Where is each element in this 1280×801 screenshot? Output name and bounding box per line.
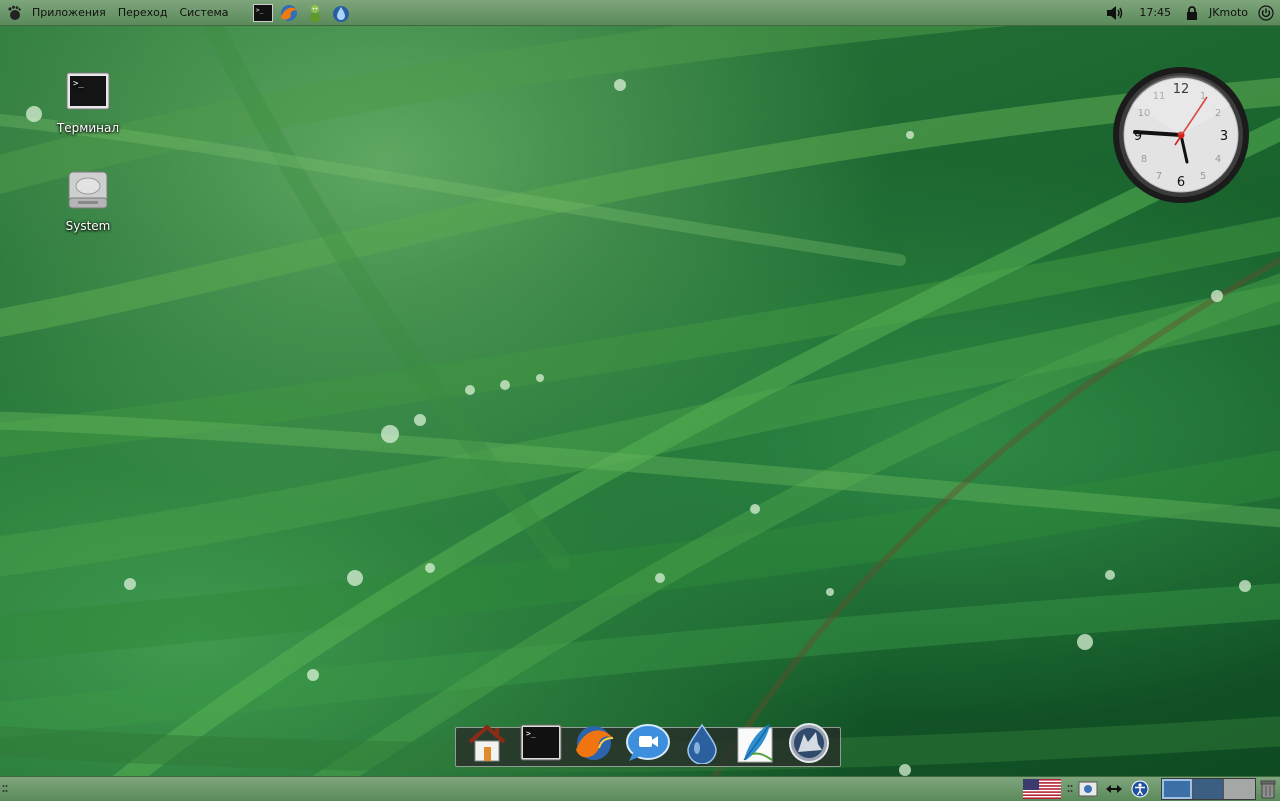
accessibility-icon[interactable] xyxy=(1129,779,1151,799)
svg-text:>_: >_ xyxy=(73,79,84,89)
volume-icon[interactable] xyxy=(1105,4,1125,22)
clock-number-3: 3 xyxy=(1220,129,1228,144)
applet-grip-icon xyxy=(1067,785,1073,792)
desktop-icon-label: Терминал xyxy=(56,121,120,135)
clock-number-4: 4 xyxy=(1215,154,1221,165)
lock-icon[interactable] xyxy=(1185,5,1199,21)
clock-number-6: 6 xyxy=(1177,175,1185,190)
desktop-wallpaper xyxy=(0,0,1280,800)
menu-places[interactable]: Переход xyxy=(112,0,174,25)
trash-icon[interactable] xyxy=(1260,779,1276,799)
compiz-settings-icon[interactable] xyxy=(1077,779,1099,799)
desktop-icon-label: System xyxy=(65,219,111,233)
workspace-switcher xyxy=(1161,778,1256,800)
clock-number-7: 7 xyxy=(1156,171,1162,182)
dock-home-icon[interactable] xyxy=(464,722,510,764)
top-panel: Приложения Переход Система >_ 17:45 JKmo… xyxy=(0,0,1280,26)
dock-water-drop-icon[interactable] xyxy=(679,722,725,764)
dock-feather-icon[interactable] xyxy=(732,722,778,764)
menu-system[interactable]: Система xyxy=(173,0,234,25)
terminal-launcher-icon[interactable]: >_ xyxy=(252,3,273,23)
us-flag-icon[interactable] xyxy=(1023,779,1061,799)
system-tray: 17:45 JKmoto xyxy=(1105,0,1274,25)
panel-clock[interactable]: 17:45 xyxy=(1135,6,1175,19)
water-drop-launcher-icon[interactable] xyxy=(331,3,351,23)
workspace-1[interactable] xyxy=(1162,779,1193,799)
grass-blades xyxy=(0,0,1280,800)
bottom-panel xyxy=(0,776,1280,801)
power-icon[interactable] xyxy=(1258,4,1274,21)
dock-wolf-icon[interactable] xyxy=(786,722,832,764)
bottom-panel-applets xyxy=(1023,777,1280,801)
dock-chat-icon[interactable] xyxy=(625,722,671,764)
svg-text:>_: >_ xyxy=(526,729,536,738)
firefox-launcher-icon[interactable] xyxy=(279,3,299,23)
clock-number-5: 5 xyxy=(1200,171,1206,182)
menu-applications[interactable]: Приложения xyxy=(26,0,112,25)
network-arrows-icon[interactable] xyxy=(1103,779,1125,799)
desktop-icon-system[interactable]: System xyxy=(48,168,128,233)
analog-clock-widget[interactable]: 12 3 6 9 1 2 4 5 7 8 10 11 xyxy=(1111,65,1251,205)
dock-terminal-icon[interactable]: >_ xyxy=(518,722,564,764)
desktop-icon-terminal[interactable]: >_ Терминал xyxy=(48,70,128,135)
terminal-icon: >_ xyxy=(66,72,110,110)
dock: >_ xyxy=(455,723,841,767)
workspace-2[interactable] xyxy=(1193,779,1224,799)
panel-launchers: >_ xyxy=(252,3,351,23)
hard-drive-icon xyxy=(68,171,108,209)
dock-firefox-icon[interactable] xyxy=(571,722,617,764)
clock-number-8: 8 xyxy=(1141,154,1147,165)
panel-grip-icon[interactable] xyxy=(2,783,8,795)
main-menu: Приложения Переход Система xyxy=(0,0,235,25)
user-switcher[interactable]: JKmoto xyxy=(1209,6,1248,19)
workspace-3[interactable] xyxy=(1224,779,1255,799)
gnome-foot-icon[interactable] xyxy=(6,5,22,21)
svg-text:>_: >_ xyxy=(256,7,264,14)
pidgin-launcher-icon[interactable] xyxy=(305,3,325,23)
